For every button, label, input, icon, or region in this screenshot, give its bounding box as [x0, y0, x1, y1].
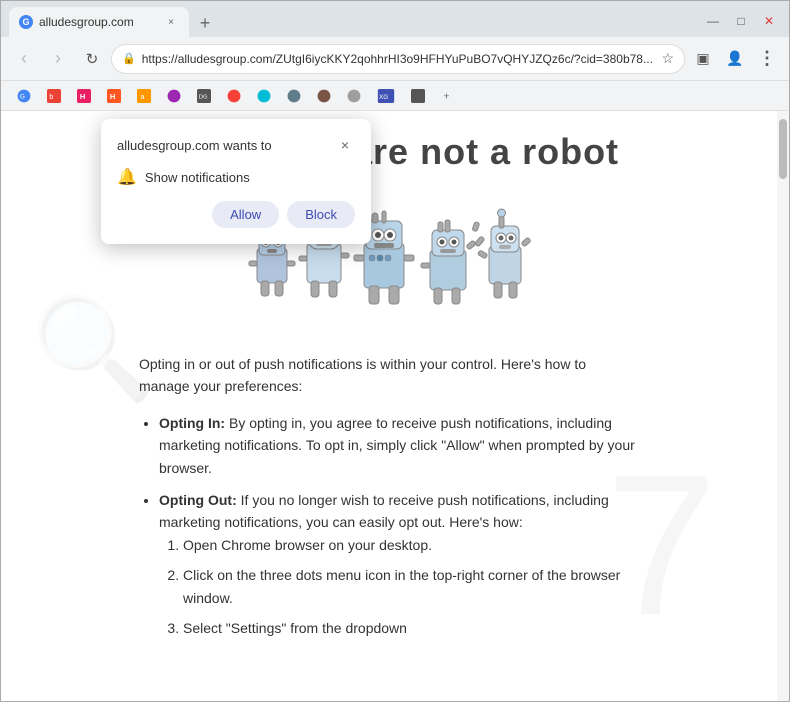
minimize-button[interactable]: — [701, 9, 725, 33]
bookmark-icon-11 [317, 89, 331, 103]
bookmark-icon-9 [257, 89, 271, 103]
maximize-button[interactable]: □ [729, 9, 753, 33]
bookmark-item-12[interactable] [341, 87, 367, 105]
popup-title: alludesgroup.com wants to [117, 138, 272, 153]
opting-out-item: Opting Out: If you no longer wish to rec… [159, 489, 639, 639]
intro-paragraph: Opting in or out of push notifications i… [139, 353, 639, 398]
steps-list: Open Chrome browser on your desktop. Cli… [183, 534, 639, 640]
bookmark-icon-12 [347, 89, 361, 103]
back-button[interactable]: ‹ [9, 44, 39, 74]
step-3: Select "Settings" from the dropdown [183, 617, 639, 639]
svg-text:G: G [20, 93, 25, 100]
svg-text:b: b [49, 93, 53, 100]
add-bookmark-icon: + [441, 89, 455, 103]
step-1: Open Chrome browser on your desktop. [183, 534, 639, 556]
svg-text:a: a [141, 93, 145, 100]
toolbar: ‹ › ↻ 🔒 https://alludesgroup.com/ZUtgI6i… [1, 37, 789, 81]
tab-bar: G alludesgroup.com × + — □ ✕ [1, 1, 789, 37]
notification-popup: alludesgroup.com wants to × 🔔 Show notif… [101, 119, 371, 244]
bookmark-item-4[interactable]: H [101, 87, 127, 105]
svg-text:XG: XG [379, 93, 388, 100]
bookmark-item-11[interactable] [311, 87, 337, 105]
bookmark-item-5[interactable]: a [131, 87, 157, 105]
address-bar[interactable]: 🔒 https://alludesgroup.com/ZUtgI6iycKKY2… [111, 44, 685, 74]
bookmark-item-8[interactable] [221, 87, 247, 105]
instructions-list: Opting In: By opting in, you agree to re… [159, 412, 639, 640]
opting-in-title: Opting In: [159, 415, 225, 431]
popup-notification-text: Show notifications [145, 170, 250, 185]
bookmark-item-10[interactable] [281, 87, 307, 105]
svg-text:H: H [80, 91, 85, 100]
svg-text:DG: DG [199, 94, 208, 100]
bookmark-icon-3: H [77, 89, 91, 103]
bookmark-icon-7: DG [197, 89, 211, 103]
popup-close-button[interactable]: × [335, 135, 355, 155]
browser-window: G alludesgroup.com × + — □ ✕ ‹ › ↻ 🔒 htt… [0, 0, 790, 702]
lock-icon: 🔒 [122, 52, 136, 65]
box-icon [411, 89, 425, 103]
menu-button[interactable]: ⋮ [753, 45, 781, 73]
active-tab[interactable]: G alludesgroup.com × [9, 7, 189, 37]
bookmark-item-google[interactable]: G [11, 87, 37, 105]
tab-close-button[interactable]: × [163, 14, 179, 30]
popup-header: alludesgroup.com wants to × [117, 135, 355, 155]
sidebar-toggle-button[interactable]: ▣ [689, 45, 717, 73]
svg-text:H: H [110, 91, 115, 100]
refresh-button[interactable]: ↻ [77, 44, 107, 74]
google-icon: G [17, 89, 31, 103]
bookmark-item-3[interactable]: H [71, 87, 97, 105]
bookmark-item-xg[interactable]: XG [371, 87, 401, 105]
tab-title: alludesgroup.com [39, 15, 134, 29]
scrollbar-thumb[interactable] [779, 119, 787, 179]
xg-icon: XG [377, 89, 395, 103]
profile-button[interactable]: 👤 [721, 45, 749, 73]
new-tab-button[interactable]: + [191, 9, 219, 37]
bookmark-icon-2: b [47, 89, 61, 103]
bookmark-star-icon[interactable]: ☆ [661, 50, 674, 67]
step-2: Click on the three dots menu icon in the… [183, 564, 639, 609]
bookmark-item-2[interactable]: b [41, 87, 67, 105]
bookmark-item-plus[interactable]: + [435, 87, 461, 105]
close-button[interactable]: ✕ [757, 9, 781, 33]
bookmark-item-box[interactable] [405, 87, 431, 105]
forward-button[interactable]: › [43, 44, 73, 74]
popup-notification-row: 🔔 Show notifications [117, 167, 355, 187]
bookmark-icon-6 [167, 89, 181, 103]
page-area: 🔍 7 Verify you are not a robot [1, 111, 789, 701]
bookmark-icon-8 [227, 89, 241, 103]
tab-favicon: G [19, 15, 33, 29]
url-text: https://alludesgroup.com/ZUtgI6iycKKY2qo… [142, 52, 656, 66]
opting-in-item: Opting In: By opting in, you agree to re… [159, 412, 639, 479]
opting-out-title: Opting Out: [159, 492, 237, 508]
popup-buttons: Allow Block [117, 201, 355, 228]
svg-text:+: + [443, 90, 449, 102]
bookmark-icon-5: a [137, 89, 151, 103]
toolbar-right: ▣ 👤 ⋮ [689, 45, 781, 73]
bookmark-item-6[interactable] [161, 87, 187, 105]
window-controls: — □ ✕ [701, 9, 781, 37]
allow-button[interactable]: Allow [212, 201, 279, 228]
opting-in-text: By opting in, you agree to receive push … [159, 415, 635, 476]
bookmark-item-9[interactable] [251, 87, 277, 105]
bookmark-bar: G b H H a DG [1, 81, 789, 111]
bell-icon: 🔔 [117, 167, 137, 187]
block-button[interactable]: Block [287, 201, 355, 228]
bookmark-icon-4: H [107, 89, 121, 103]
bookmark-icon-10 [287, 89, 301, 103]
bookmark-item-7[interactable]: DG [191, 87, 217, 105]
body-text: Opting in or out of push notifications i… [109, 333, 669, 673]
scrollbar[interactable] [777, 111, 789, 701]
